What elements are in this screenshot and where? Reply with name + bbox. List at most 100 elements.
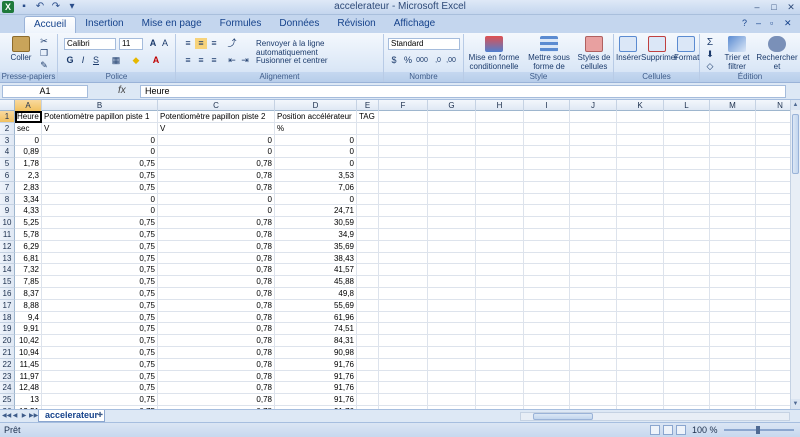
row-header[interactable]: 12 <box>0 240 15 253</box>
cell[interactable] <box>524 276 570 288</box>
cell[interactable] <box>617 240 664 253</box>
cell[interactable]: 0,75 <box>42 370 158 383</box>
cell[interactable] <box>379 181 428 194</box>
cell[interactable]: 0,75 <box>42 158 158 170</box>
cell[interactable]: 0,75 <box>42 299 158 312</box>
bold-button[interactable]: G <box>64 55 76 66</box>
column-header[interactable]: E <box>357 100 379 111</box>
cell[interactable] <box>756 276 790 288</box>
cell[interactable] <box>710 323 756 336</box>
cell[interactable] <box>524 122 570 135</box>
row-header[interactable]: 10 <box>0 217 15 229</box>
font-name-select[interactable]: Calibri <box>64 38 116 50</box>
fill-icon[interactable]: ⬇ <box>704 49 716 60</box>
cell[interactable]: 0,78 <box>158 370 275 383</box>
cell[interactable] <box>379 229 428 241</box>
accounting-format-icon[interactable]: $ <box>388 55 400 66</box>
cell[interactable] <box>756 217 790 229</box>
cell[interactable] <box>357 335 379 347</box>
cell[interactable] <box>476 335 524 347</box>
cell[interactable] <box>617 170 664 182</box>
cell[interactable] <box>710 299 756 312</box>
column-header[interactable]: B <box>42 100 158 111</box>
cell[interactable]: 13 <box>15 394 42 406</box>
cell[interactable] <box>476 347 524 359</box>
cell[interactable]: 34,9 <box>275 229 357 241</box>
cell[interactable] <box>357 288 379 300</box>
cell[interactable] <box>756 158 790 170</box>
cell[interactable] <box>664 229 710 241</box>
cell[interactable] <box>710 170 756 182</box>
cell[interactable]: V <box>42 122 158 135</box>
cell[interactable] <box>476 146 524 159</box>
horizontal-scroll-thumb[interactable] <box>533 413 593 420</box>
column-header[interactable]: H <box>476 100 524 111</box>
cell[interactable] <box>617 122 664 135</box>
cell[interactable]: 3,34 <box>15 193 42 206</box>
cell[interactable] <box>664 122 710 135</box>
cell[interactable] <box>664 323 710 336</box>
cell[interactable]: 5,25 <box>15 217 42 229</box>
cell[interactable] <box>476 193 524 206</box>
cell[interactable] <box>524 299 570 312</box>
cell[interactable]: 0 <box>42 146 158 159</box>
cell[interactable]: 0,75 <box>42 229 158 241</box>
column-header[interactable]: C <box>158 100 275 111</box>
orientation-icon[interactable]: ⤴ <box>226 38 238 49</box>
cell[interactable]: 0,75 <box>42 240 158 253</box>
cell[interactable] <box>617 111 664 123</box>
column-header[interactable]: N <box>756 100 790 111</box>
cell[interactable] <box>570 170 617 182</box>
cell[interactable] <box>710 358 756 371</box>
vertical-scroll-thumb[interactable] <box>792 114 799 174</box>
cell[interactable]: 8,37 <box>15 288 42 300</box>
font-size-select[interactable]: 11 <box>119 38 143 50</box>
cell[interactable] <box>524 111 570 123</box>
cell[interactable] <box>379 347 428 359</box>
column-header[interactable]: A <box>15 100 42 111</box>
cell[interactable] <box>664 347 710 359</box>
tab-0[interactable]: Accueil <box>24 16 77 33</box>
borders-icon[interactable]: ▦ <box>110 55 122 66</box>
cell[interactable]: 2,3 <box>15 170 42 182</box>
cell[interactable] <box>570 193 617 206</box>
cell[interactable] <box>617 146 664 159</box>
cell[interactable]: 0 <box>42 205 158 218</box>
cell[interactable] <box>710 205 756 218</box>
formula-input[interactable]: Heure <box>140 85 786 98</box>
workbook-minimize-icon[interactable]: – <box>756 18 766 28</box>
cell[interactable] <box>570 288 617 300</box>
cell[interactable]: 0,89 <box>15 146 42 159</box>
row-header[interactable]: 8 <box>0 193 15 206</box>
row-header[interactable]: 20 <box>0 335 15 347</box>
tab-3[interactable]: Formules <box>211 16 271 33</box>
cell[interactable] <box>756 359 790 371</box>
cell[interactable]: 0,78 <box>158 217 275 229</box>
cell[interactable] <box>617 158 664 170</box>
cell[interactable] <box>756 371 790 383</box>
cell[interactable] <box>379 335 428 347</box>
cell[interactable]: 0,75 <box>42 323 158 336</box>
worksheet-grid[interactable]: ABCDEFGHIJKLMN 1 Heure Potentiomètre papil… <box>0 100 790 409</box>
cell[interactable]: 0,78 <box>158 394 275 406</box>
cell[interactable]: 0,78 <box>158 264 275 277</box>
cell[interactable]: Heure <box>15 111 42 123</box>
cell[interactable] <box>756 146 790 159</box>
cell[interactable] <box>570 229 617 241</box>
cell[interactable]: 0,78 <box>158 358 275 371</box>
cell[interactable]: 0,75 <box>42 288 158 300</box>
cell[interactable] <box>570 122 617 135</box>
cell[interactable] <box>756 264 790 277</box>
cut-icon[interactable]: ✂ <box>38 36 50 47</box>
cell[interactable] <box>570 276 617 288</box>
cell[interactable] <box>570 111 617 123</box>
cell[interactable]: 30,59 <box>275 217 357 229</box>
cell[interactable] <box>357 347 379 359</box>
cell[interactable] <box>476 205 524 218</box>
cell[interactable] <box>756 312 790 324</box>
row-header[interactable]: 25 <box>0 394 15 406</box>
cell[interactable]: 0,78 <box>158 311 275 324</box>
cell[interactable]: 0,75 <box>42 347 158 359</box>
cell[interactable]: 0,78 <box>158 382 275 395</box>
cell[interactable] <box>357 170 379 182</box>
